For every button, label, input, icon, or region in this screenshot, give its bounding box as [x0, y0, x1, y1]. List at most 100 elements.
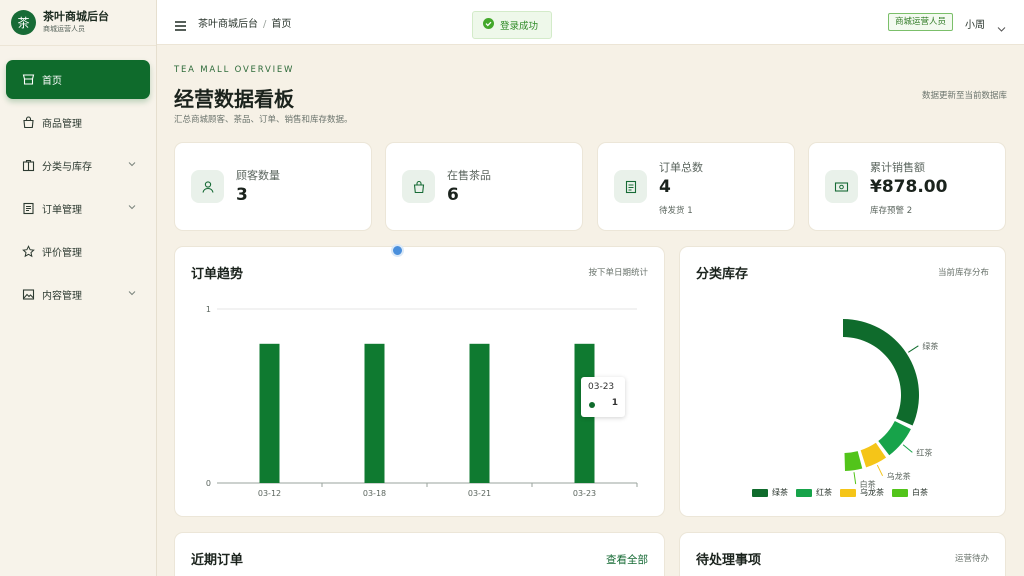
order-trend-card: 订单趋势 按下单日期统计 0 1 03-12 03-18 03-21 03-23 03-2…: [174, 246, 665, 517]
slice-label: 乌龙茶: [887, 471, 911, 481]
tooltip-date: 03-23: [588, 382, 615, 392]
category-stock-card: 分类库存 当前库存分布 绿茶 红茶 乌龙茶 白茶 绿茶 红茶 乌龙茶 白茶: [679, 246, 1006, 517]
sidebar-item-content[interactable]: 内容管理: [6, 275, 150, 314]
card-title: 待处理事项: [696, 553, 762, 568]
brand-title: 茶叶商城后台: [43, 10, 109, 23]
chart-legend: 绿茶 红茶 乌龙茶 白茶: [752, 487, 936, 498]
legend-item[interactable]: 红茶: [796, 487, 832, 498]
bar: [259, 343, 280, 483]
y-tick-label: 0: [206, 479, 211, 488]
page-title: 经营数据看板: [174, 87, 294, 111]
slice-label: 红茶: [916, 447, 932, 457]
sidebar-item-label: 评价管理: [42, 248, 82, 259]
bar: [364, 343, 385, 483]
user-name[interactable]: 小周: [965, 16, 985, 31]
bag-icon: [402, 170, 435, 203]
chevron-down-icon[interactable]: [997, 18, 1006, 37]
money-icon: [825, 170, 858, 203]
sidebar-item-label: 首页: [42, 76, 62, 87]
brand-subtitle: 商城运营人员: [43, 25, 85, 33]
donut-slice: [860, 442, 887, 468]
check-circle-icon: [483, 18, 494, 32]
stat-sub: 库存预警 2: [870, 206, 913, 216]
sidebar: 茶 茶叶商城后台 商城运营人员 首页 商品管理 分类与库存 订单管理 评价管理 …: [0, 0, 157, 576]
breadcrumb-current: 首页: [271, 19, 292, 30]
page-description: 汇总商城顾客、茶品、订单、销售和库存数据。: [174, 115, 353, 125]
x-tick-label: 03-21: [468, 489, 491, 498]
cursor-indicator: [391, 244, 404, 257]
slice-leader-line: [876, 464, 884, 477]
breadcrumb: 茶叶商城后台 / 首页: [198, 19, 292, 30]
slice-leader-line: [853, 472, 857, 485]
donut-slice: [878, 421, 911, 456]
view-all-link[interactable]: 查看全部: [606, 552, 648, 567]
slice-leader-line: [902, 444, 913, 453]
sidebar-item-category-stock[interactable]: 分类与库存: [6, 146, 150, 185]
sidebar-item-label: 订单管理: [42, 205, 82, 216]
login-success-toast: 登录成功: [472, 11, 552, 39]
chevron-down-icon: [128, 203, 136, 214]
sidebar-item-products[interactable]: 商品管理: [6, 103, 150, 142]
box-icon: [22, 159, 35, 172]
todo-card: 待处理事项 运营待办: [679, 532, 1006, 576]
recent-orders-card: 近期订单 查看全部: [174, 532, 665, 576]
legend-label: 绿茶: [772, 488, 788, 497]
legend-item[interactable]: 乌龙茶: [840, 487, 884, 498]
breadcrumb-root[interactable]: 茶叶商城后台: [198, 19, 258, 30]
stat-label: 顾客数量: [236, 169, 280, 182]
brand-logo: 茶: [11, 10, 36, 35]
user-icon: [191, 170, 224, 203]
card-title: 近期订单: [191, 553, 244, 568]
stat-card-products: 在售茶品 6: [385, 142, 583, 231]
sidebar-item-label: 分类与库存: [42, 162, 92, 173]
sidebar-item-home[interactable]: 首页: [6, 60, 150, 99]
card-note: 运营待办: [954, 554, 989, 564]
stat-label: 订单总数: [659, 161, 703, 174]
stat-sub: 待发货 1: [659, 206, 693, 216]
toast-text: 登录成功: [500, 21, 539, 32]
sidebar-item-orders[interactable]: 订单管理: [6, 189, 150, 228]
category-stock-chart: 绿茶红茶乌龙茶白茶: [843, 319, 938, 489]
legend-label: 红茶: [816, 488, 832, 497]
donut-slice: [844, 451, 863, 471]
legend-swatch: [796, 488, 812, 497]
bag-icon: [22, 116, 35, 129]
sidebar-item-label: 内容管理: [42, 291, 82, 302]
receipt-icon: [22, 202, 35, 215]
x-tick-label: 03-23: [573, 489, 596, 498]
legend-label: 乌龙茶: [860, 488, 884, 497]
sidebar-item-reviews[interactable]: 评价管理: [6, 232, 150, 271]
tooltip-series-dot: [589, 402, 595, 408]
store-icon: [22, 73, 35, 86]
stat-label: 在售茶品: [447, 169, 491, 182]
legend-item[interactable]: 白茶: [892, 487, 928, 498]
legend-swatch: [840, 488, 856, 497]
brand: 茶 茶叶商城后台 商城运营人员: [0, 0, 156, 46]
y-tick-label: 1: [206, 305, 211, 314]
chart-tooltip: 03-23 1: [581, 377, 625, 417]
legend-swatch: [752, 488, 768, 497]
stat-card-customers: 顾客数量 3: [174, 142, 372, 231]
menu-toggle-icon[interactable]: [175, 16, 186, 35]
role-badge: 商城运营人员: [888, 13, 954, 31]
chevron-down-icon: [128, 160, 136, 171]
legend-swatch: [892, 488, 908, 497]
image-icon: [22, 288, 35, 301]
stat-value: 6: [447, 185, 459, 205]
legend-item[interactable]: 绿茶: [752, 487, 788, 498]
bar: [469, 343, 490, 483]
top-header: 茶叶商城后台 / 首页 登录成功 商城运营人员 小周: [157, 0, 1024, 45]
page-eyebrow: TEA MALL OVERVIEW: [174, 65, 295, 75]
sidebar-nav: 首页 商品管理 分类与库存 订单管理 评价管理 内容管理: [0, 46, 156, 314]
update-note: 数据更新至当前数据库: [921, 91, 1007, 101]
main-content: TEA MALL OVERVIEW 经营数据看板 汇总商城顾客、茶品、订单、销售…: [157, 45, 1024, 576]
x-tick-label: 03-12: [258, 489, 281, 498]
slice-label: 绿茶: [922, 341, 938, 351]
stat-value: 3: [236, 185, 248, 205]
star-icon: [22, 245, 35, 258]
stat-card-sales: 累计销售额 ¥878.00 库存预警 2: [808, 142, 1006, 231]
receipt-icon: [614, 170, 647, 203]
x-tick-label: 03-18: [363, 489, 386, 498]
stat-card-orders: 订单总数 4 待发货 1: [597, 142, 795, 231]
legend-label: 白茶: [912, 488, 928, 497]
